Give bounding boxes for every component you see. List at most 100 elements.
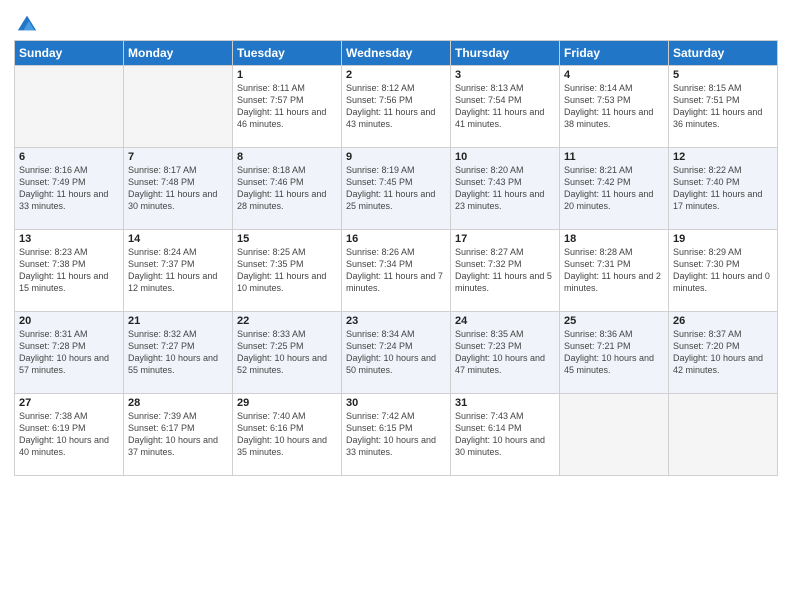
logo-icon	[16, 12, 38, 34]
day-info: Sunrise: 8:20 AM Sunset: 7:43 PM Dayligh…	[455, 164, 555, 213]
day-number: 5	[673, 69, 773, 81]
day-info: Sunrise: 8:25 AM Sunset: 7:35 PM Dayligh…	[237, 246, 337, 295]
calendar-cell: 12Sunrise: 8:22 AM Sunset: 7:40 PM Dayli…	[669, 148, 778, 230]
day-info: Sunrise: 8:34 AM Sunset: 7:24 PM Dayligh…	[346, 328, 446, 377]
calendar-header-thursday: Thursday	[451, 41, 560, 66]
day-info: Sunrise: 8:22 AM Sunset: 7:40 PM Dayligh…	[673, 164, 773, 213]
day-number: 24	[455, 315, 555, 327]
day-info: Sunrise: 8:19 AM Sunset: 7:45 PM Dayligh…	[346, 164, 446, 213]
day-info: Sunrise: 8:36 AM Sunset: 7:21 PM Dayligh…	[564, 328, 664, 377]
day-number: 6	[19, 151, 119, 163]
day-info: Sunrise: 7:39 AM Sunset: 6:17 PM Dayligh…	[128, 410, 228, 459]
calendar-cell	[124, 66, 233, 148]
day-number: 30	[346, 397, 446, 409]
calendar-page: SundayMondayTuesdayWednesdayThursdayFrid…	[0, 0, 792, 612]
calendar-cell: 8Sunrise: 8:18 AM Sunset: 7:46 PM Daylig…	[233, 148, 342, 230]
day-number: 15	[237, 233, 337, 245]
day-number: 3	[455, 69, 555, 81]
day-number: 23	[346, 315, 446, 327]
day-info: Sunrise: 8:14 AM Sunset: 7:53 PM Dayligh…	[564, 82, 664, 131]
day-info: Sunrise: 8:12 AM Sunset: 7:56 PM Dayligh…	[346, 82, 446, 131]
day-number: 12	[673, 151, 773, 163]
day-info: Sunrise: 8:13 AM Sunset: 7:54 PM Dayligh…	[455, 82, 555, 131]
day-info: Sunrise: 8:37 AM Sunset: 7:20 PM Dayligh…	[673, 328, 773, 377]
day-info: Sunrise: 8:31 AM Sunset: 7:28 PM Dayligh…	[19, 328, 119, 377]
logo	[14, 14, 38, 34]
calendar-cell: 15Sunrise: 8:25 AM Sunset: 7:35 PM Dayli…	[233, 230, 342, 312]
day-number: 14	[128, 233, 228, 245]
calendar-cell: 29Sunrise: 7:40 AM Sunset: 6:16 PM Dayli…	[233, 394, 342, 476]
day-info: Sunrise: 8:35 AM Sunset: 7:23 PM Dayligh…	[455, 328, 555, 377]
day-number: 20	[19, 315, 119, 327]
day-info: Sunrise: 8:16 AM Sunset: 7:49 PM Dayligh…	[19, 164, 119, 213]
day-info: Sunrise: 8:33 AM Sunset: 7:25 PM Dayligh…	[237, 328, 337, 377]
calendar-cell: 26Sunrise: 8:37 AM Sunset: 7:20 PM Dayli…	[669, 312, 778, 394]
calendar-cell	[669, 394, 778, 476]
calendar-header-friday: Friday	[560, 41, 669, 66]
calendar-cell: 21Sunrise: 8:32 AM Sunset: 7:27 PM Dayli…	[124, 312, 233, 394]
calendar-header-row: SundayMondayTuesdayWednesdayThursdayFrid…	[15, 41, 778, 66]
day-info: Sunrise: 7:38 AM Sunset: 6:19 PM Dayligh…	[19, 410, 119, 459]
calendar-cell: 20Sunrise: 8:31 AM Sunset: 7:28 PM Dayli…	[15, 312, 124, 394]
day-number: 16	[346, 233, 446, 245]
calendar-week-row: 1Sunrise: 8:11 AM Sunset: 7:57 PM Daylig…	[15, 66, 778, 148]
day-info: Sunrise: 7:43 AM Sunset: 6:14 PM Dayligh…	[455, 410, 555, 459]
calendar-cell: 7Sunrise: 8:17 AM Sunset: 7:48 PM Daylig…	[124, 148, 233, 230]
day-number: 28	[128, 397, 228, 409]
day-number: 17	[455, 233, 555, 245]
day-info: Sunrise: 8:18 AM Sunset: 7:46 PM Dayligh…	[237, 164, 337, 213]
calendar-header-sunday: Sunday	[15, 41, 124, 66]
calendar-cell: 13Sunrise: 8:23 AM Sunset: 7:38 PM Dayli…	[15, 230, 124, 312]
calendar-cell: 2Sunrise: 8:12 AM Sunset: 7:56 PM Daylig…	[342, 66, 451, 148]
day-number: 7	[128, 151, 228, 163]
calendar-header-tuesday: Tuesday	[233, 41, 342, 66]
calendar-cell: 11Sunrise: 8:21 AM Sunset: 7:42 PM Dayli…	[560, 148, 669, 230]
day-info: Sunrise: 7:42 AM Sunset: 6:15 PM Dayligh…	[346, 410, 446, 459]
day-number: 8	[237, 151, 337, 163]
calendar-cell: 4Sunrise: 8:14 AM Sunset: 7:53 PM Daylig…	[560, 66, 669, 148]
day-number: 21	[128, 315, 228, 327]
day-info: Sunrise: 8:23 AM Sunset: 7:38 PM Dayligh…	[19, 246, 119, 295]
day-number: 10	[455, 151, 555, 163]
day-number: 9	[346, 151, 446, 163]
header	[14, 10, 778, 34]
calendar-cell: 18Sunrise: 8:28 AM Sunset: 7:31 PM Dayli…	[560, 230, 669, 312]
calendar-cell: 23Sunrise: 8:34 AM Sunset: 7:24 PM Dayli…	[342, 312, 451, 394]
calendar-cell: 1Sunrise: 8:11 AM Sunset: 7:57 PM Daylig…	[233, 66, 342, 148]
calendar-cell: 6Sunrise: 8:16 AM Sunset: 7:49 PM Daylig…	[15, 148, 124, 230]
calendar-cell: 31Sunrise: 7:43 AM Sunset: 6:14 PM Dayli…	[451, 394, 560, 476]
calendar-week-row: 20Sunrise: 8:31 AM Sunset: 7:28 PM Dayli…	[15, 312, 778, 394]
day-info: Sunrise: 8:15 AM Sunset: 7:51 PM Dayligh…	[673, 82, 773, 131]
calendar-header-wednesday: Wednesday	[342, 41, 451, 66]
day-number: 13	[19, 233, 119, 245]
day-number: 27	[19, 397, 119, 409]
calendar-cell	[560, 394, 669, 476]
day-info: Sunrise: 8:24 AM Sunset: 7:37 PM Dayligh…	[128, 246, 228, 295]
calendar-header-saturday: Saturday	[669, 41, 778, 66]
day-number: 19	[673, 233, 773, 245]
day-number: 11	[564, 151, 664, 163]
day-info: Sunrise: 8:32 AM Sunset: 7:27 PM Dayligh…	[128, 328, 228, 377]
day-number: 2	[346, 69, 446, 81]
calendar-cell: 22Sunrise: 8:33 AM Sunset: 7:25 PM Dayli…	[233, 312, 342, 394]
day-number: 4	[564, 69, 664, 81]
calendar-cell: 16Sunrise: 8:26 AM Sunset: 7:34 PM Dayli…	[342, 230, 451, 312]
calendar-header-monday: Monday	[124, 41, 233, 66]
day-info: Sunrise: 8:17 AM Sunset: 7:48 PM Dayligh…	[128, 164, 228, 213]
calendar-week-row: 27Sunrise: 7:38 AM Sunset: 6:19 PM Dayli…	[15, 394, 778, 476]
day-info: Sunrise: 8:21 AM Sunset: 7:42 PM Dayligh…	[564, 164, 664, 213]
calendar-cell: 10Sunrise: 8:20 AM Sunset: 7:43 PM Dayli…	[451, 148, 560, 230]
day-info: Sunrise: 7:40 AM Sunset: 6:16 PM Dayligh…	[237, 410, 337, 459]
calendar-cell: 14Sunrise: 8:24 AM Sunset: 7:37 PM Dayli…	[124, 230, 233, 312]
calendar-cell: 9Sunrise: 8:19 AM Sunset: 7:45 PM Daylig…	[342, 148, 451, 230]
calendar-cell: 3Sunrise: 8:13 AM Sunset: 7:54 PM Daylig…	[451, 66, 560, 148]
day-number: 26	[673, 315, 773, 327]
calendar-week-row: 13Sunrise: 8:23 AM Sunset: 7:38 PM Dayli…	[15, 230, 778, 312]
calendar-cell: 5Sunrise: 8:15 AM Sunset: 7:51 PM Daylig…	[669, 66, 778, 148]
calendar-cell: 19Sunrise: 8:29 AM Sunset: 7:30 PM Dayli…	[669, 230, 778, 312]
day-number: 31	[455, 397, 555, 409]
calendar-cell: 24Sunrise: 8:35 AM Sunset: 7:23 PM Dayli…	[451, 312, 560, 394]
day-info: Sunrise: 8:27 AM Sunset: 7:32 PM Dayligh…	[455, 246, 555, 295]
day-number: 29	[237, 397, 337, 409]
day-info: Sunrise: 8:26 AM Sunset: 7:34 PM Dayligh…	[346, 246, 446, 295]
